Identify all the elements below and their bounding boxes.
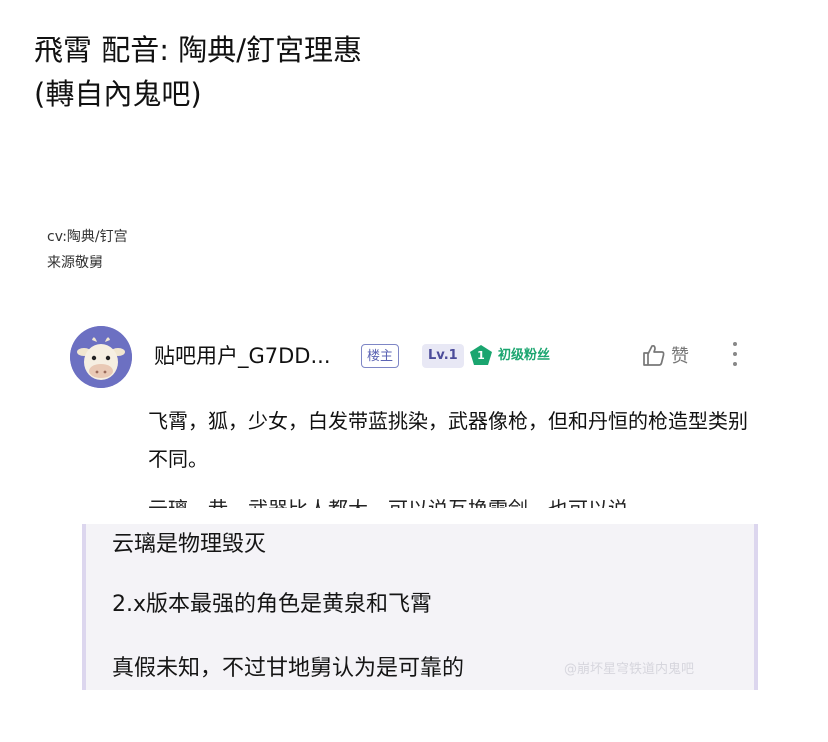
thumbs-up-icon xyxy=(643,344,665,366)
like-label: 赞 xyxy=(671,346,689,367)
fan-badge: 1 初级粉丝 xyxy=(468,344,550,368)
caption-cv: cv:陶典/钉宫 xyxy=(47,229,128,245)
post-title-line-1: 飛霄 配音: 陶典/釘宮理惠 xyxy=(34,33,362,67)
owner-badge: 楼主 xyxy=(361,344,400,368)
panel-line-3: 真假未知，不过甘地舅认为是可靠的 xyxy=(112,656,465,681)
comment-text-cut-line: 云璃，巷，武器比人都大，可以说互换雪剑，也可以说 xyxy=(148,490,748,508)
info-panel-screenshot: 云璃是物理毁灭 2.x版本最强的角色是黄泉和飞霄 真假未知，不过甘地舅认为是可靠… xyxy=(82,524,758,690)
comment-username[interactable]: 贴吧用户_G7DD... xyxy=(154,340,331,370)
level-badge: Lv.1 xyxy=(422,344,464,368)
comment-screenshot: 贴吧用户_G7DD... 楼主 Lv.1 1 初级粉丝 赞 飞霄，狐，少女，白发… xyxy=(56,318,776,508)
fan-badge-label: 初级粉丝 xyxy=(498,348,551,363)
post-title-line-2: (轉自內鬼吧) xyxy=(34,77,202,111)
panel-line-1: 云璃是物理毁灭 xyxy=(112,532,267,557)
caption-source: 来源敬舅 xyxy=(47,255,103,271)
watermark: @崩坏星穹铁道内鬼吧 xyxy=(564,662,695,677)
more-options-icon[interactable] xyxy=(732,342,738,370)
image-caption: cv:陶典/钉宫 来源敬舅 xyxy=(47,224,128,276)
panel-line-2: 2.x版本最强的角色是黄泉和飞霄 xyxy=(112,592,433,617)
comment-text: 飞霄，狐，少女，白发带蓝挑染，武器像枪，但和丹恒的枪造型类别不同。 xyxy=(148,409,748,471)
post-title: 飛霄 配音: 陶典/釘宮理惠 (轉自內鬼吧) xyxy=(34,28,362,116)
avatar[interactable] xyxy=(70,326,132,388)
cow-avatar-icon xyxy=(70,326,132,388)
fan-level-number: 1 xyxy=(477,349,485,362)
comment-text-cut: 云璃，巷，武器比人都大，可以说互换雪剑，也可以说 xyxy=(148,490,748,508)
like-button[interactable]: 赞 xyxy=(641,342,689,368)
